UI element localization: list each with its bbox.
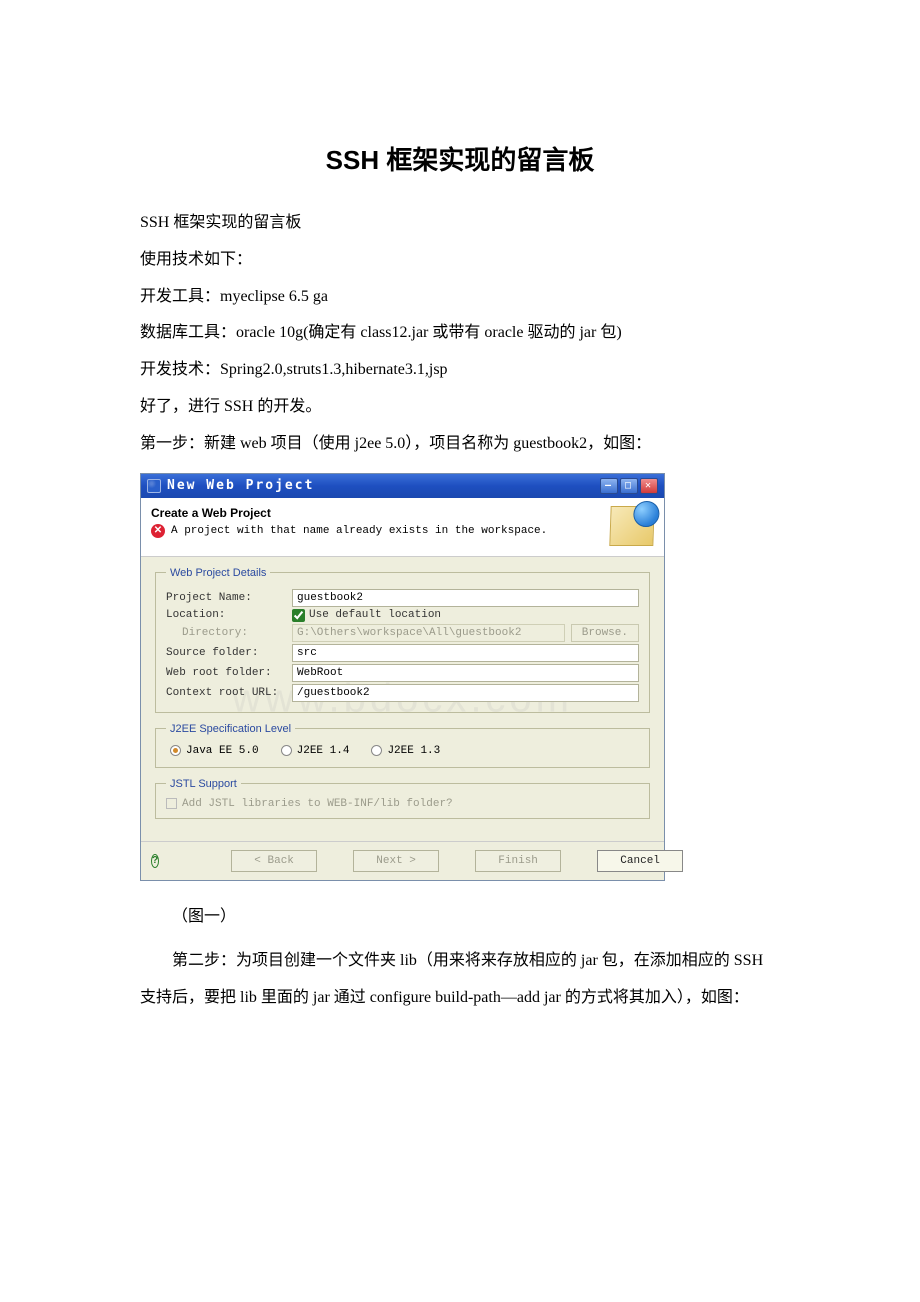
directory-input bbox=[292, 624, 565, 642]
window-titlebar: New Web Project – □ ✕ bbox=[141, 474, 664, 498]
use-default-location-label: Use default location bbox=[309, 609, 441, 621]
radio-label: J2EE 1.3 bbox=[387, 745, 440, 757]
paragraph: 使用技术如下： bbox=[140, 242, 780, 279]
paragraph: 数据库工具：oracle 10g(确定有 class12.jar 或带有 ora… bbox=[140, 315, 780, 352]
paragraph: 开发工具：myeclipse 6.5 ga bbox=[140, 279, 780, 316]
cancel-button[interactable]: Cancel bbox=[597, 850, 683, 872]
error-icon: ✕ bbox=[151, 524, 165, 538]
jstl-checkbox bbox=[166, 798, 177, 809]
context-root-label: Context root URL: bbox=[166, 687, 292, 699]
paragraph: 开发技术：Spring2.0,struts1.3,hibernate3.1,js… bbox=[140, 352, 780, 389]
j2ee-spec-group: J2EE Specification Level Java EE 5.0 J2E… bbox=[155, 723, 650, 768]
web-root-input[interactable] bbox=[292, 664, 639, 682]
context-root-input[interactable] bbox=[292, 684, 639, 702]
paragraph: SSH 框架实现的留言板 bbox=[140, 205, 780, 242]
radio-label: J2EE 1.4 bbox=[297, 745, 350, 757]
directory-label: Directory: bbox=[166, 627, 292, 639]
app-icon bbox=[147, 479, 161, 493]
globe-icon bbox=[633, 501, 660, 527]
use-default-location-checkbox[interactable] bbox=[292, 609, 305, 622]
source-folder-label: Source folder: bbox=[166, 647, 292, 659]
new-web-project-dialog: New Web Project – □ ✕ Create a Web Proje… bbox=[140, 473, 665, 881]
paragraph: 第二步：为项目创建一个文件夹 lib（用来将来存放相应的 jar 包，在添加相应… bbox=[140, 943, 780, 1017]
web-root-label: Web root folder: bbox=[166, 667, 292, 679]
wizard-graphic-icon bbox=[609, 506, 654, 546]
radio-j2ee-14[interactable]: J2EE 1.4 bbox=[281, 745, 350, 757]
group-legend: J2EE Specification Level bbox=[166, 723, 295, 735]
browse-button: Browse. bbox=[571, 624, 639, 642]
radio-dot-icon bbox=[281, 745, 292, 756]
project-name-label: Project Name: bbox=[166, 592, 292, 604]
back-button: < Back bbox=[231, 850, 317, 872]
paragraph: 好了，进行 SSH 的开发。 bbox=[140, 389, 780, 426]
web-project-details-group: Web Project Details Project Name: Locati… bbox=[155, 567, 650, 713]
jstl-label: Add JSTL libraries to WEB-INF/lib folder… bbox=[182, 798, 453, 810]
group-legend: Web Project Details bbox=[166, 567, 270, 579]
window-title: New Web Project bbox=[167, 478, 314, 493]
page-title: SSH 框架实现的留言板 bbox=[140, 140, 780, 177]
wizard-heading: Create a Web Project bbox=[151, 506, 547, 520]
maximize-button[interactable]: □ bbox=[620, 478, 638, 494]
jstl-support-group: JSTL Support Add JSTL libraries to WEB-I… bbox=[155, 778, 650, 819]
paragraph: 第一步：新建 web 项目（使用 j2ee 5.0），项目名称为 guestbo… bbox=[140, 426, 780, 463]
next-button: Next > bbox=[353, 850, 439, 872]
radio-j2ee-13[interactable]: J2EE 1.3 bbox=[371, 745, 440, 757]
wizard-error-message: A project with that name already exists … bbox=[171, 525, 547, 537]
radio-dot-icon bbox=[170, 745, 181, 756]
project-name-input[interactable] bbox=[292, 589, 639, 607]
radio-java-ee-5[interactable]: Java EE 5.0 bbox=[170, 745, 259, 757]
minimize-button[interactable]: – bbox=[600, 478, 618, 494]
close-button[interactable]: ✕ bbox=[640, 478, 658, 494]
location-label: Location: bbox=[166, 609, 292, 621]
radio-label: Java EE 5.0 bbox=[186, 745, 259, 757]
radio-dot-icon bbox=[371, 745, 382, 756]
group-legend: JSTL Support bbox=[166, 778, 241, 790]
help-icon[interactable]: ? bbox=[151, 854, 159, 868]
figure-caption: （图一） bbox=[140, 899, 780, 936]
finish-button: Finish bbox=[475, 850, 561, 872]
source-folder-input[interactable] bbox=[292, 644, 639, 662]
